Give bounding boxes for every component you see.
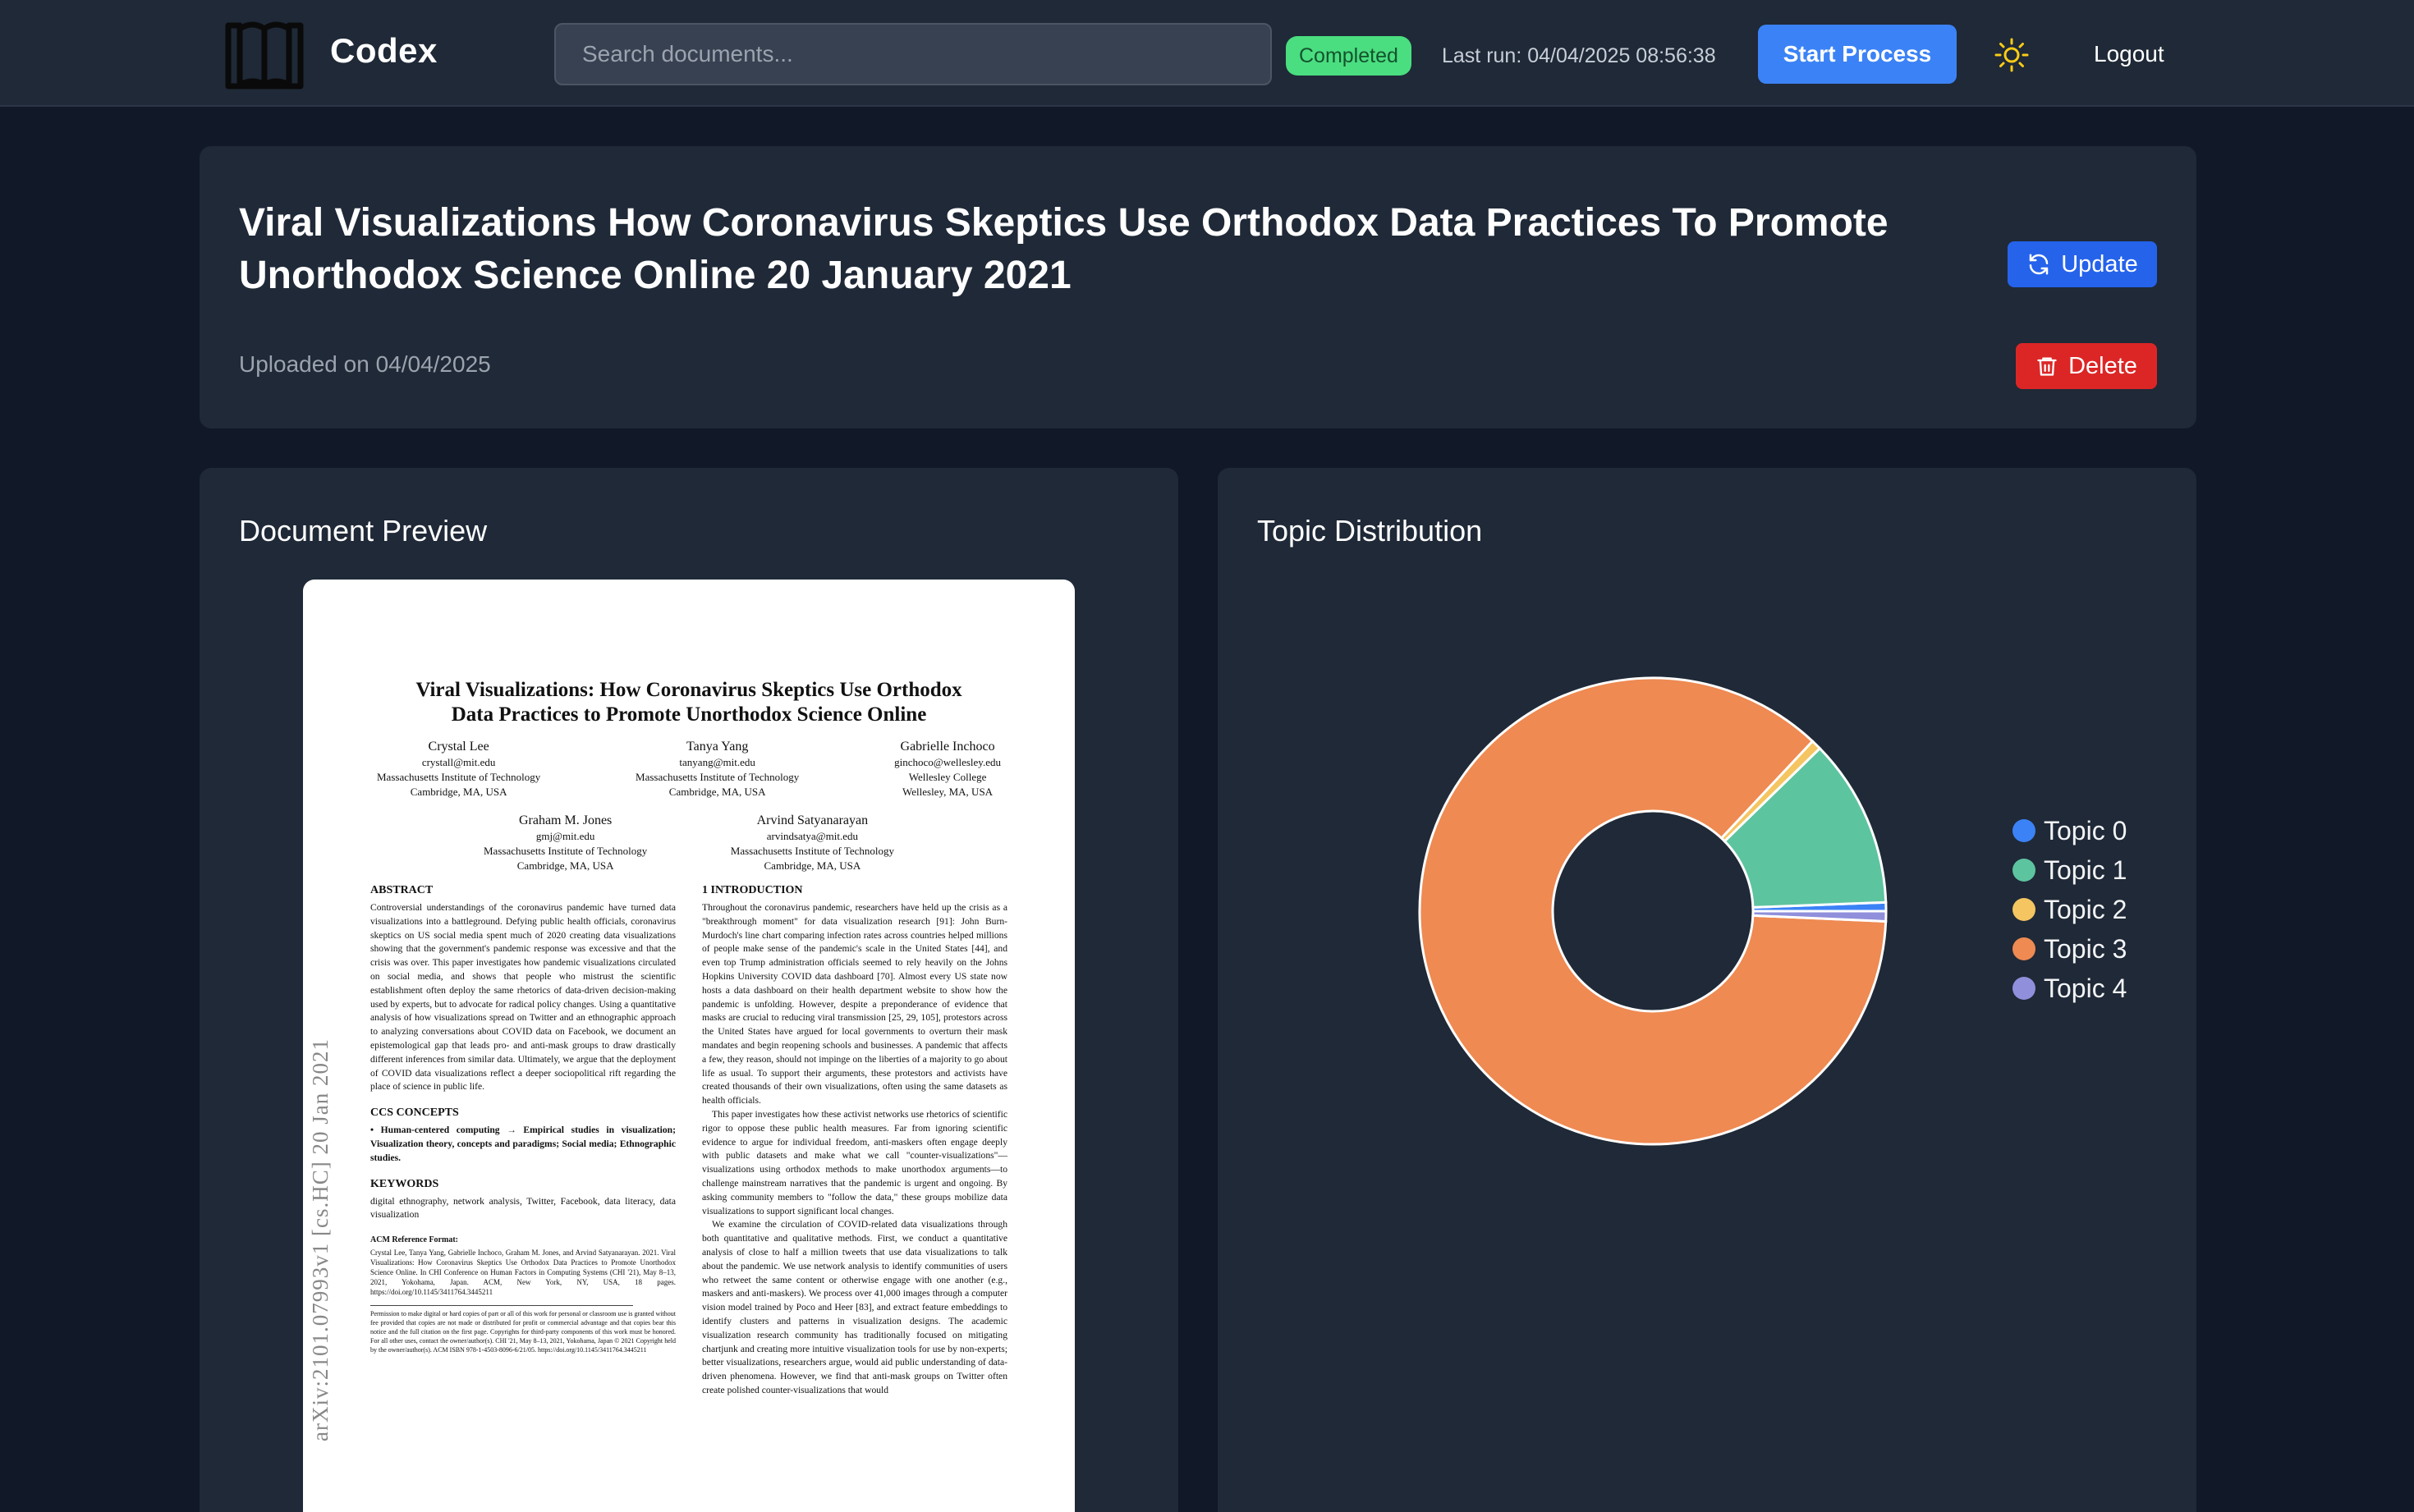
- legend-item-topic-4[interactable]: Topic 4: [2012, 969, 2127, 1008]
- legend-swatch: [2012, 859, 2035, 882]
- legend-item-topic-2[interactable]: Topic 2: [2012, 890, 2127, 929]
- reference-heading: ACM Reference Format:: [370, 1235, 458, 1245]
- legend-swatch: [2012, 937, 2035, 960]
- topic-distribution-card: Topic Distribution Topic 0 Topic 1 Topic 2…: [1218, 468, 2196, 1512]
- last-run-text: Last run: 04/04/2025 08:56:38: [1442, 44, 1716, 67]
- legend-label: Topic 1: [2044, 855, 2127, 885]
- status-badge: Completed: [1286, 36, 1411, 76]
- paper-author: Crystal Lee crystall@mit.edu Massachuset…: [377, 740, 541, 798]
- update-button[interactable]: Update: [2008, 241, 2157, 287]
- search-input[interactable]: [554, 23, 1272, 85]
- pdf-preview[interactable]: Viral Visualizations: How Coronavirus Sk…: [303, 580, 1075, 1512]
- paper-left-column: ABSTRACT Controversial understandings of…: [370, 883, 676, 1354]
- intro-paragraph: Throughout the coronavirus pandemic, res…: [702, 902, 1007, 1107]
- sun-icon[interactable]: [1994, 37, 2030, 73]
- paper-author: Arvind Satyanarayan arvindsatya@mit.edu …: [730, 813, 894, 872]
- paper-title: Viral Visualizations: How Coronavirus Sk…: [415, 679, 962, 726]
- topic-distribution-heading: Topic Distribution: [1257, 514, 1483, 548]
- paper-right-column: 1 INTRODUCTION Throughout the coronaviru…: [702, 883, 1007, 1398]
- document-title: Viral Visualizations How Coronavirus Ske…: [239, 201, 1889, 297]
- paper-author: Graham M. Jones gmj@mit.edu Massachusett…: [484, 813, 648, 872]
- legend-item-topic-0[interactable]: Topic 0: [2012, 811, 2127, 850]
- legend-label: Topic 2: [2044, 894, 2127, 924]
- legend-item-topic-3[interactable]: Topic 3: [2012, 929, 2127, 969]
- chart-legend: Topic 0 Topic 1 Topic 2 Topic 3 Topic 4: [2012, 811, 2127, 1008]
- abstract-text: Controversial understandings of the coro…: [370, 902, 676, 1093]
- uploaded-date: Uploaded on 04/04/2025: [239, 351, 491, 377]
- legend-item-topic-1[interactable]: Topic 1: [2012, 850, 2127, 890]
- start-process-button[interactable]: Start Process: [1758, 25, 1957, 84]
- legend-label: Topic 3: [2044, 933, 2127, 964]
- legend-label: Topic 4: [2044, 973, 2127, 1003]
- app-name: Codex: [330, 31, 438, 70]
- arxiv-stamp: arXiv:2101.07993v1 [cs.HC] 20 Jan 2021: [308, 1038, 333, 1441]
- delete-label: Delete: [2068, 352, 2137, 379]
- copyright-footnote: Permission to make digital or hard copie…: [370, 1309, 676, 1354]
- logout-link[interactable]: Logout: [2094, 41, 2164, 67]
- intro-paragraph: This paper investigates how these activi…: [702, 1108, 1007, 1216]
- legend-swatch: [2012, 898, 2035, 921]
- update-label: Update: [2061, 250, 2138, 277]
- paper-author: Tanya Yang tanyang@mit.edu Massachusetts…: [636, 740, 800, 798]
- introduction-heading: 1 INTRODUCTION: [702, 884, 803, 896]
- paper-authors-row2: Graham M. Jones gmj@mit.edu Massachusett…: [484, 813, 894, 873]
- intro-paragraph: We examine the circulation of COVID-rela…: [702, 1219, 1007, 1395]
- paper-author: Gabrielle Inchoco ginchoco@wellesley.edu…: [894, 740, 1001, 798]
- keywords-text: digital ethnography, network analysis, T…: [370, 1195, 676, 1221]
- document-preview-card: Document Preview Viral Visualizations: H…: [200, 468, 1178, 1512]
- legend-swatch: [2012, 977, 2035, 1000]
- top-navbar: Codex Completed Last run: 04/04/2025 08:…: [0, 0, 2414, 107]
- topic-donut-chart[interactable]: [1398, 657, 1907, 1166]
- legend-label: Topic 0: [2044, 815, 2127, 845]
- document-preview-heading: Document Preview: [239, 514, 488, 548]
- book-logo-icon: [225, 21, 304, 89]
- document-header-card: Viral Visualizations How Coronavirus Ske…: [200, 146, 2196, 428]
- trash-icon: [2037, 357, 2057, 376]
- delete-button[interactable]: Delete: [2016, 343, 2157, 389]
- paper-authors-row1: Crystal Lee crystall@mit.edu Massachuset…: [377, 739, 1001, 800]
- refresh-icon: [2029, 254, 2049, 275]
- legend-swatch: [2012, 819, 2035, 842]
- ccs-text: • Human-centered computing → Empirical s…: [370, 1125, 676, 1163]
- ccs-heading: CCS CONCEPTS: [370, 1107, 459, 1120]
- keywords-heading: KEYWORDS: [370, 1177, 439, 1190]
- abstract-heading: ABSTRACT: [370, 884, 434, 896]
- reference-text: Crystal Lee, Tanya Yang, Gabrielle Incho…: [370, 1248, 676, 1296]
